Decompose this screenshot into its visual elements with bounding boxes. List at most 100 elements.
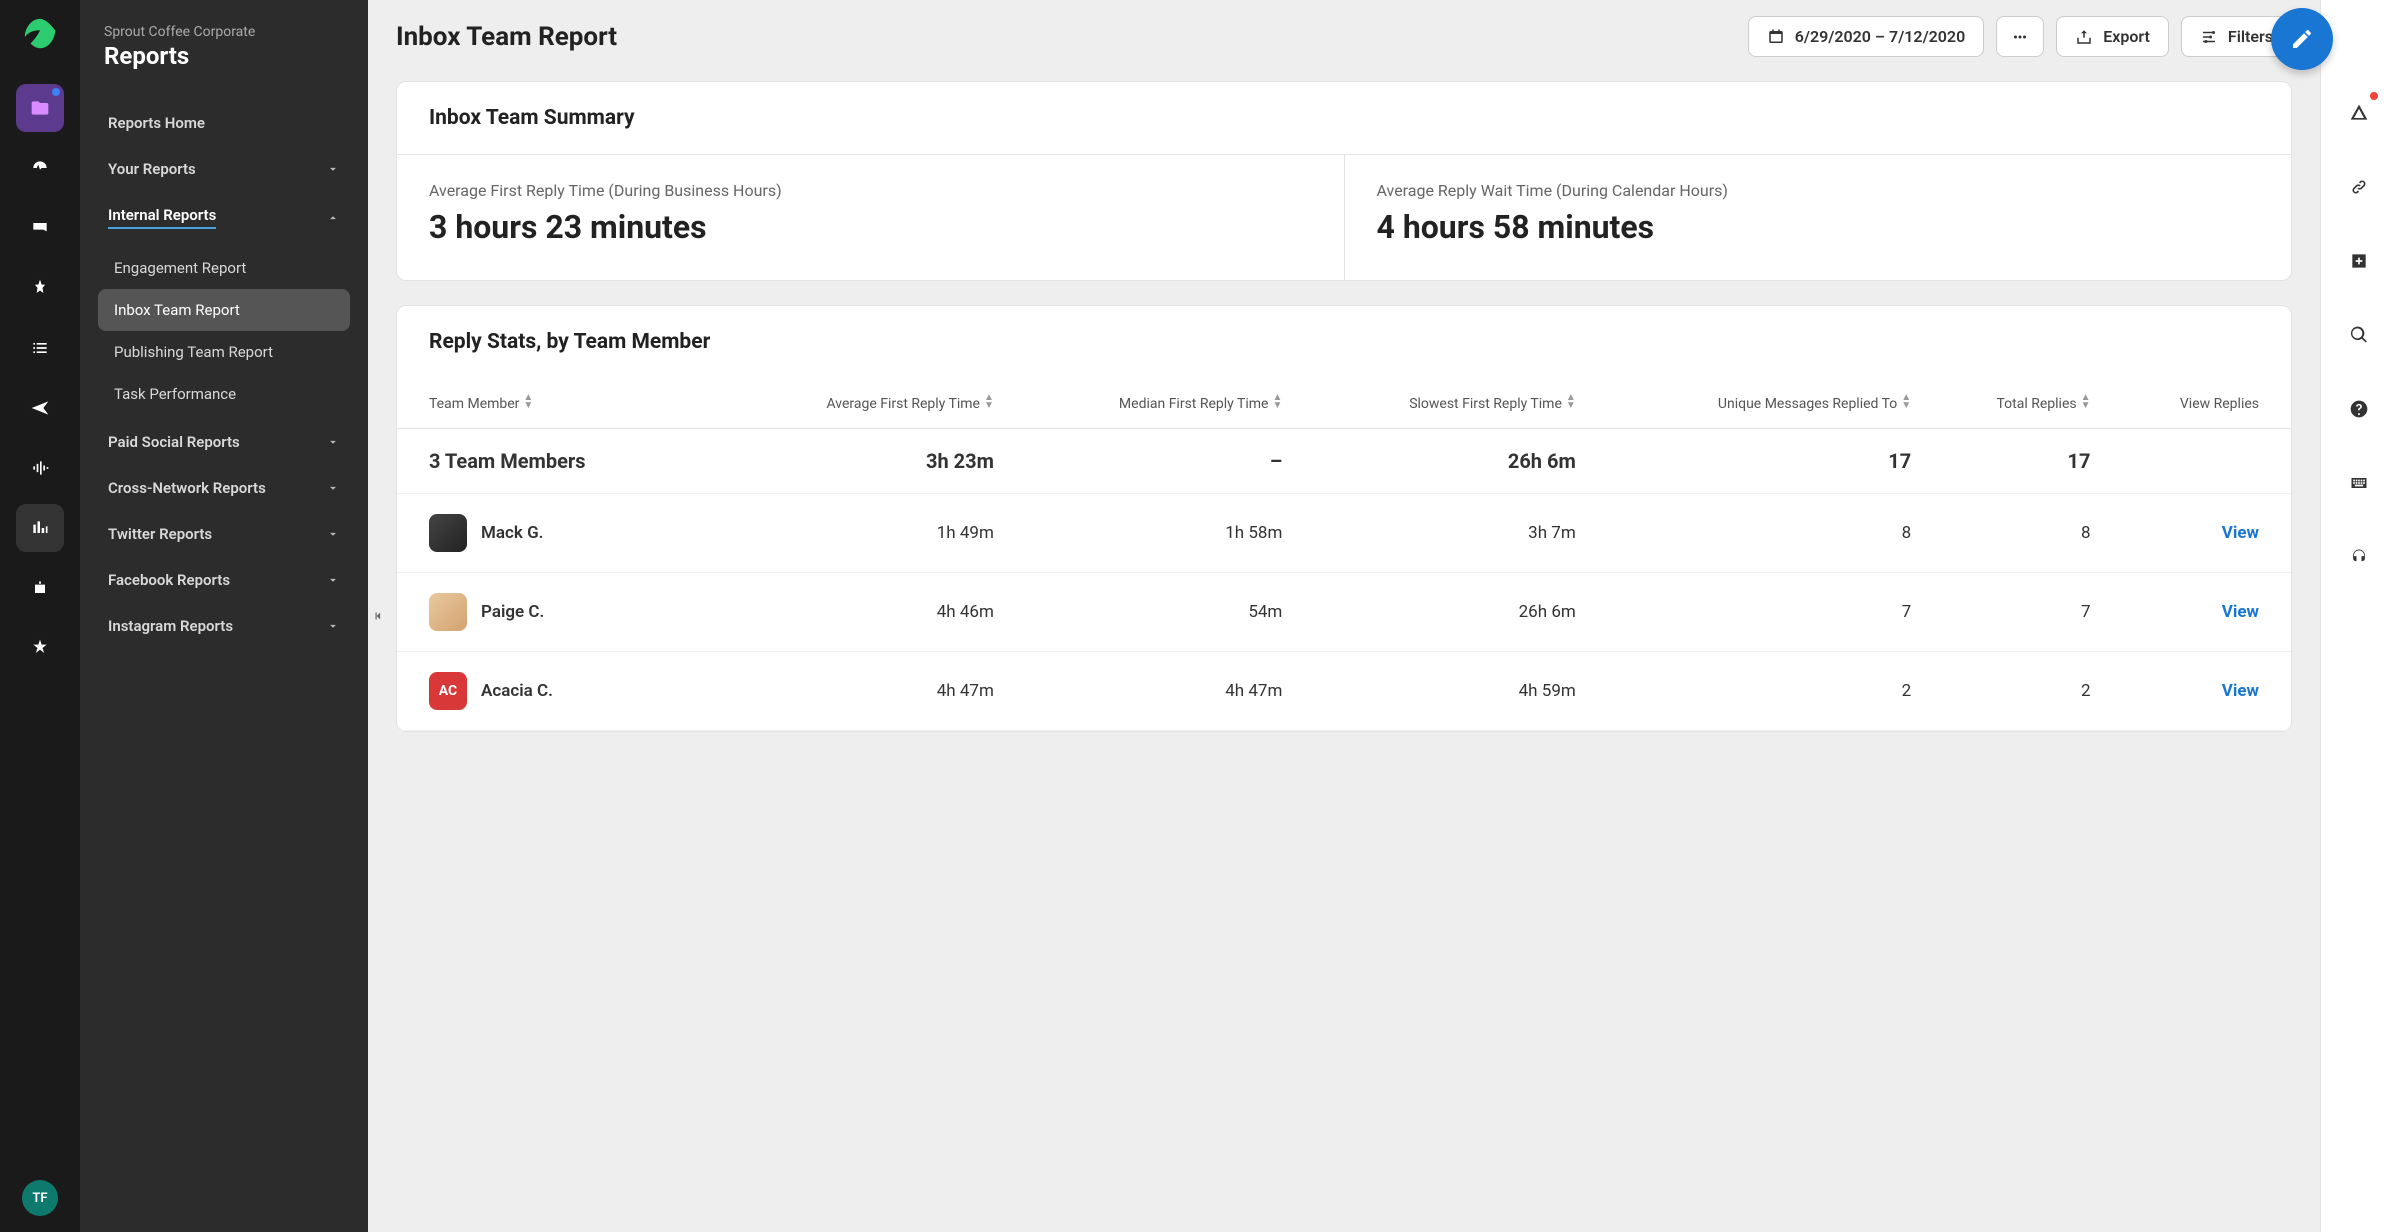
metric-label: Average Reply Wait Time (During Calendar…: [1377, 181, 2260, 200]
chevron-down-icon: [326, 527, 340, 541]
cell-total: 2: [1921, 652, 2100, 731]
section-title: Reports: [104, 42, 344, 70]
chevron-down-icon: [326, 481, 340, 495]
page-title: Inbox Team Report: [396, 22, 617, 52]
col-team-member[interactable]: Team Member▲▼: [397, 378, 709, 429]
chevron-down-icon: [326, 435, 340, 449]
nav-item-send[interactable]: [16, 384, 64, 432]
add-button[interactable]: [2338, 240, 2380, 282]
cell-slowest: 26h 6m: [1292, 573, 1585, 652]
date-range-button[interactable]: 6/29/2020 – 7/12/2020: [1748, 16, 1984, 57]
view-link[interactable]: View: [2222, 523, 2259, 543]
nav-item-pin[interactable]: [16, 264, 64, 312]
cell-avg: 4h 46m: [709, 573, 1004, 652]
summary-wait-time: Average Reply Wait Time (During Calendar…: [1345, 155, 2292, 280]
nav-item-bot[interactable]: [16, 564, 64, 612]
stats-title: Reply Stats, by Team Member: [397, 306, 2291, 378]
nav-item-list[interactable]: [16, 324, 64, 372]
compose-button[interactable]: [2271, 8, 2333, 70]
col-view: View Replies: [2101, 378, 2292, 429]
cell-avg: 1h 49m: [709, 494, 1004, 573]
sidebar-item-publishing[interactable]: Publishing Team Report: [98, 331, 350, 373]
sidebar-item-instagram[interactable]: Instagram Reports: [92, 603, 356, 649]
cell-median: 4h 47m: [1004, 652, 1292, 731]
metric-value: 3 hours 23 minutes: [429, 208, 1312, 246]
chevron-down-icon: [326, 162, 340, 176]
export-button[interactable]: Export: [2056, 16, 2169, 57]
cell-slowest: 4h 59m: [1292, 652, 1585, 731]
summary-title: Inbox Team Summary: [397, 82, 2291, 154]
help-button[interactable]: [2338, 388, 2380, 430]
sidebar-item-label: Your Reports: [108, 160, 196, 178]
link-button[interactable]: [2338, 166, 2380, 208]
member-name: Acacia C.: [481, 681, 553, 701]
sidebar-item-label: Paid Social Reports: [108, 433, 240, 451]
more-icon: [2011, 28, 2029, 46]
sidebar-item-your-reports[interactable]: Your Reports: [92, 146, 356, 192]
table-row: Paige C. 4h 46m 54m 26h 6m 7 7 View: [397, 573, 2291, 652]
sidebar-item-label: Cross-Network Reports: [108, 479, 266, 497]
keyboard-button[interactable]: [2338, 462, 2380, 504]
col-unique[interactable]: Unique Messages Replied To▲▼: [1586, 378, 1921, 429]
table-row: Mack G. 1h 49m 1h 58m 3h 7m 8 8 View: [397, 494, 2291, 573]
sort-icon: ▲▼: [2081, 394, 2091, 410]
chevron-up-icon: [326, 211, 340, 225]
sidebar-item-home[interactable]: Reports Home: [92, 100, 356, 146]
cell-median: 54m: [1004, 573, 1292, 652]
nav-item-inbox[interactable]: [16, 204, 64, 252]
avatar: [429, 514, 467, 552]
table-row: ACAcacia C. 4h 47m 4h 47m 4h 59m 2 2 Vie…: [397, 652, 2291, 731]
export-icon: [2075, 28, 2093, 46]
sidebar-item-paid-social[interactable]: Paid Social Reports: [92, 419, 356, 465]
cell-unique: 2: [1586, 652, 1921, 731]
alerts-button[interactable]: [2338, 92, 2380, 134]
nav-item-audio[interactable]: [16, 444, 64, 492]
view-link[interactable]: View: [2222, 681, 2259, 701]
filters-icon: [2200, 28, 2218, 46]
metric-label: Average First Reply Time (During Busines…: [429, 181, 1312, 200]
totals-row: 3 Team Members3h 23m–26h 6m1717: [397, 429, 2291, 494]
col-avg-first[interactable]: Average First Reply Time▲▼: [709, 378, 1004, 429]
sidebar-item-cross-network[interactable]: Cross-Network Reports: [92, 465, 356, 511]
calendar-icon: [1767, 28, 1785, 46]
stats-card: Reply Stats, by Team Member Team Member▲…: [396, 305, 2292, 732]
sidebar-item-task[interactable]: Task Performance: [98, 373, 350, 415]
sidebar-item-facebook[interactable]: Facebook Reports: [92, 557, 356, 603]
export-label: Export: [2103, 27, 2150, 46]
nav-item-dashboard[interactable]: [16, 144, 64, 192]
more-button[interactable]: [1996, 16, 2044, 57]
sidebar-item-engagement[interactable]: Engagement Report: [98, 247, 350, 289]
sidebar-item-twitter[interactable]: Twitter Reports: [92, 511, 356, 557]
collapse-sidebar-button[interactable]: [368, 592, 390, 640]
avatar: [429, 593, 467, 631]
member-name: Mack G.: [481, 523, 544, 543]
sidebar-item-label: Facebook Reports: [108, 571, 230, 589]
cell-total: 8: [1921, 494, 2100, 573]
cell-unique: 7: [1586, 573, 1921, 652]
support-button[interactable]: [2338, 536, 2380, 578]
sidebar-item-inbox-team[interactable]: Inbox Team Report: [98, 289, 350, 331]
sort-icon: ▲▼: [523, 394, 533, 410]
nav-item-folder[interactable]: [16, 84, 64, 132]
sidebar-item-label: Reports Home: [108, 114, 205, 132]
stats-table: Team Member▲▼ Average First Reply Time▲▼…: [397, 378, 2291, 731]
sidebar-item-internal-reports[interactable]: Internal Reports: [92, 192, 356, 243]
nav-rail: TF: [0, 0, 80, 1232]
col-median-first[interactable]: Median First Reply Time▲▼: [1004, 378, 1292, 429]
view-link[interactable]: View: [2222, 602, 2259, 622]
sort-icon: ▲▼: [984, 394, 994, 410]
member-name: Paige C.: [481, 602, 544, 622]
sidebar: Sprout Coffee Corporate Reports Reports …: [80, 0, 368, 1232]
cell-avg: 4h 47m: [709, 652, 1004, 731]
cell-unique: 8: [1586, 494, 1921, 573]
filters-label: Filters: [2228, 27, 2273, 46]
user-avatar[interactable]: TF: [22, 1180, 58, 1216]
sort-icon: ▲▼: [1566, 394, 1576, 410]
nav-item-star[interactable]: [16, 624, 64, 672]
col-slowest-first[interactable]: Slowest First Reply Time▲▼: [1292, 378, 1585, 429]
search-button[interactable]: [2338, 314, 2380, 356]
cell-median: 1h 58m: [1004, 494, 1292, 573]
col-total[interactable]: Total Replies▲▼: [1921, 378, 2100, 429]
app-logo: [21, 16, 59, 54]
nav-item-reports[interactable]: [16, 504, 64, 552]
